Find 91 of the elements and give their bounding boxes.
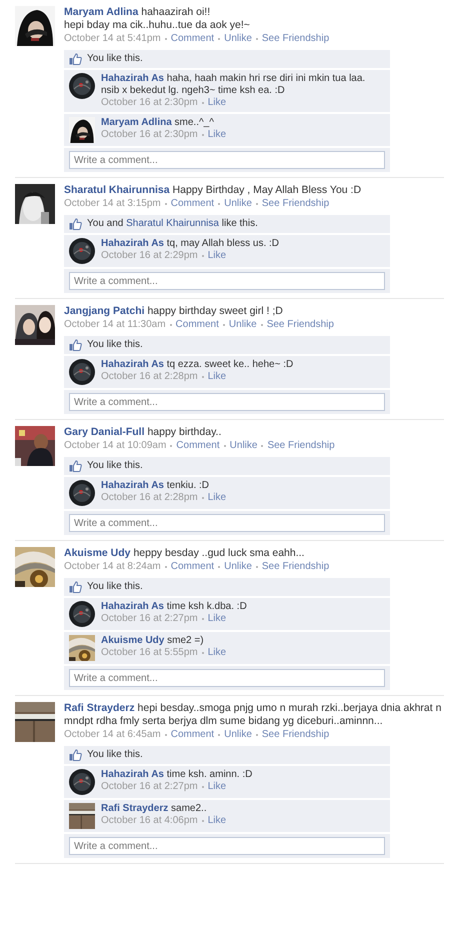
author-link[interactable]: Hahazirah As xyxy=(101,601,164,612)
action-link[interactable]: Unlike xyxy=(224,728,252,741)
author-link[interactable]: Rafi Strayderz xyxy=(64,702,135,714)
author-link[interactable]: Hahazirah As xyxy=(101,480,164,491)
action-link[interactable]: Comment xyxy=(170,728,214,741)
like-link[interactable]: Like xyxy=(208,250,226,262)
timestamp: October 16 at 4:06pm xyxy=(101,815,198,827)
thumbs-up-icon xyxy=(69,581,82,593)
thumbs-up-icon xyxy=(69,460,82,472)
author-link[interactable]: Jangjang Patchi xyxy=(64,305,145,317)
post-text: Rafi Strayderz hepi besday..smoga pnjg umo n murah rzki..berjaya dnia akhrat n mndpt rdha fmly serta berjya dlm sume bidang yg diceburi..aminnn... xyxy=(64,702,442,728)
timestamp: October 16 at 2:30pm xyxy=(101,129,198,141)
author-link[interactable]: Sharatul Khairunnisa xyxy=(64,184,170,196)
author-link[interactable]: Gary Danial-Full xyxy=(64,426,145,438)
like-summary: You like this. xyxy=(87,460,143,472)
post-text: Akuisme Udy heppy besday ..gud luck sma eahh... xyxy=(64,547,306,560)
comment-field[interactable]: Write a comment... xyxy=(69,393,385,411)
comment-text: Hahazirah As haha, haah makin hri rse diri ini mkin tua laa. nsib x bekedut lg. ngeh3~ time ksh ea. :D xyxy=(101,73,366,97)
comment-field[interactable]: Write a comment... xyxy=(69,272,385,290)
action-link[interactable]: Comment xyxy=(176,318,219,331)
author-link[interactable]: Akuisme Udy xyxy=(101,635,164,646)
like-link[interactable]: Like xyxy=(208,97,226,109)
like-link[interactable]: Like xyxy=(208,647,226,659)
action-link[interactable]: See Friendship xyxy=(262,197,330,210)
timestamp: October 14 at 10:09am xyxy=(64,439,166,452)
action-link[interactable]: Comment xyxy=(170,32,214,45)
comment-text: Hahazirah As tq ezza. sweet ke.. hehe~ :D xyxy=(101,359,294,371)
action-link[interactable]: See Friendship xyxy=(262,728,330,741)
comment-field[interactable]: Write a comment... xyxy=(69,151,385,169)
comment-text: Hahazirah As tenkiu. :D xyxy=(101,480,210,492)
action-link[interactable]: Unlike xyxy=(230,439,258,452)
author-link[interactable]: Akuisme Udy xyxy=(64,547,131,559)
thumbs-up-icon xyxy=(69,53,82,65)
timestamp: October 16 at 2:30pm xyxy=(101,97,198,109)
like-link[interactable]: Like xyxy=(208,781,226,793)
timestamp: October 16 at 5:55pm xyxy=(101,647,198,659)
timestamp: October 14 at 3:15pm xyxy=(64,197,161,210)
post-text: Gary Danial-Full happy birthday.. xyxy=(64,426,222,439)
action-link[interactable]: Unlike xyxy=(224,32,252,45)
timestamp: October 14 at 11:30am xyxy=(64,318,166,331)
action-link[interactable]: Comment xyxy=(170,560,214,573)
comment-text: Hahazirah As time ksh k.dba. :D xyxy=(101,601,248,613)
like-link[interactable]: Like xyxy=(208,815,226,827)
author-link[interactable]: Maryam Adlina xyxy=(64,6,138,18)
action-link[interactable]: See Friendship xyxy=(262,32,330,45)
action-link[interactable]: Comment xyxy=(176,439,220,452)
action-link[interactable]: See Friendship xyxy=(266,318,334,331)
profile-link[interactable]: Sharatul Khairunnisa xyxy=(126,218,219,229)
comment-field[interactable]: Write a comment... xyxy=(69,669,385,687)
action-link[interactable]: Comment xyxy=(170,197,214,210)
timestamp: October 16 at 2:27pm xyxy=(101,613,198,625)
like-link[interactable]: Like xyxy=(208,371,226,383)
post-text: Sharatul Khairunnisa Happy Birthday , May Allah Bless You :D xyxy=(64,184,362,197)
like-summary: You like this. xyxy=(87,53,143,65)
post-text: Jangjang Patchi happy birthday sweet girl ! ;D xyxy=(64,305,284,318)
timestamp: October 16 at 2:28pm xyxy=(101,492,198,504)
action-link[interactable]: See Friendship xyxy=(262,560,330,573)
timestamp: October 14 at 6:45am xyxy=(64,728,161,741)
comment-text: Maryam Adlina sme..^_^ xyxy=(101,117,215,129)
comment-text: Hahazirah As time ksh. aminn. :D xyxy=(101,769,254,781)
like-link[interactable]: Like xyxy=(208,129,226,141)
timestamp: October 14 at 5:41pm xyxy=(64,32,161,45)
comment-field[interactable]: Write a comment... xyxy=(69,837,385,855)
thumbs-up-icon xyxy=(69,218,82,230)
post-text: Maryam Adlina hahaazirah oi!! hepi bday ma cik..huhu..tue da aok ye!~ xyxy=(64,6,251,32)
thumbs-up-icon xyxy=(69,749,82,761)
action-link[interactable]: See Friendship xyxy=(267,439,335,452)
comment-text: Rafi Strayderz same2.. xyxy=(101,803,208,815)
action-link[interactable]: Unlike xyxy=(224,560,252,573)
thumbs-up-icon xyxy=(69,339,82,351)
timestamp: October 16 at 2:29pm xyxy=(101,250,198,262)
timestamp: October 16 at 2:27pm xyxy=(101,781,198,793)
like-summary: You like this. xyxy=(87,339,143,351)
author-link[interactable]: Hahazirah As xyxy=(101,238,164,249)
like-link[interactable]: Like xyxy=(208,492,226,504)
comment-text: Akuisme Udy sme2 =) xyxy=(101,635,205,647)
author-link[interactable]: Rafi Strayderz xyxy=(101,803,168,814)
like-link[interactable]: Like xyxy=(208,613,226,625)
timestamp: October 14 at 8:24am xyxy=(64,560,161,573)
comment-text: Hahazirah As tq, may Allah bless us. :D xyxy=(101,238,280,250)
like-summary: You like this. xyxy=(87,749,143,761)
comment-field[interactable]: Write a comment... xyxy=(69,514,385,532)
like-summary: You like this. xyxy=(87,581,143,593)
author-link[interactable]: Maryam Adlina xyxy=(101,117,172,128)
author-link[interactable]: Hahazirah As xyxy=(101,359,164,370)
author-link[interactable]: Hahazirah As xyxy=(101,73,164,84)
timestamp: October 16 at 2:28pm xyxy=(101,371,198,383)
like-summary: You and Sharatul Khairunnisa like this. xyxy=(87,218,258,230)
action-link[interactable]: Unlike xyxy=(228,318,257,331)
action-link[interactable]: Unlike xyxy=(224,197,252,210)
author-link[interactable]: Hahazirah As xyxy=(101,769,164,780)
